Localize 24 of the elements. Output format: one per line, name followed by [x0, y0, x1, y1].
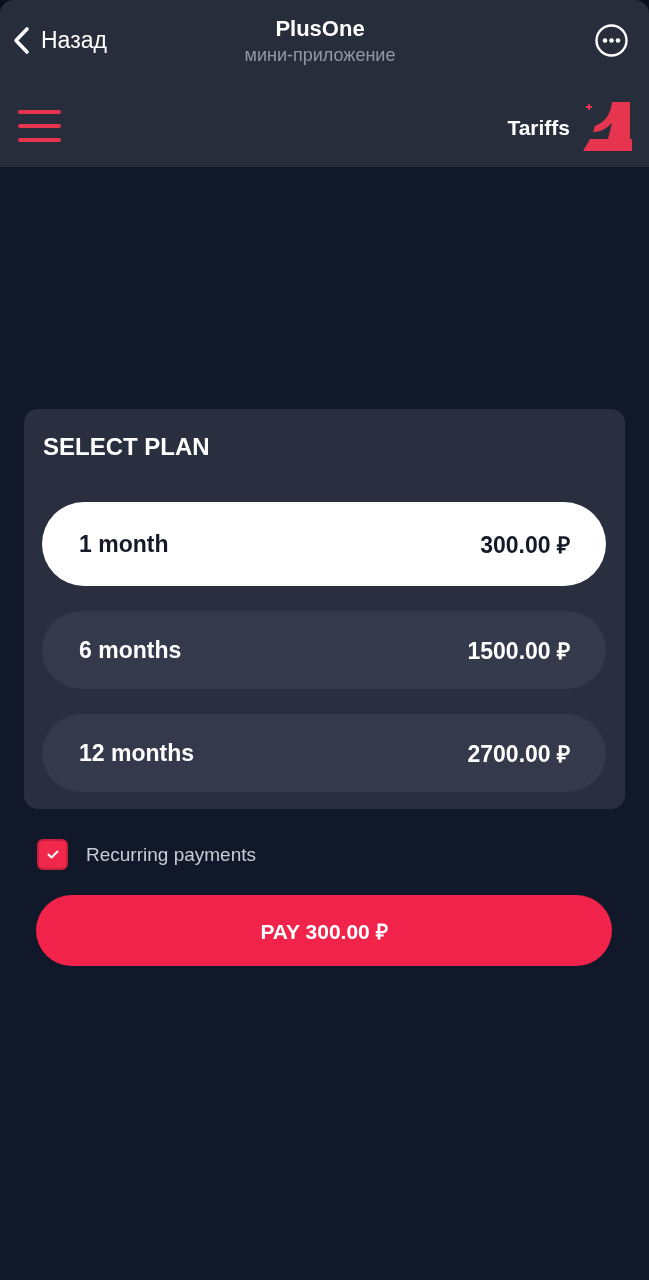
plan-duration: 6 months — [79, 636, 182, 664]
plan-option[interactable]: 1 month 300.00 ₽ — [42, 502, 606, 586]
plan-price: 2700.00 ₽ — [467, 740, 570, 769]
menu-button[interactable] — [18, 109, 61, 142]
back-button[interactable]: Назад — [12, 25, 107, 55]
plan-option[interactable]: 6 months 1500.00 ₽ — [42, 611, 606, 689]
recurring-checkbox[interactable] — [37, 839, 68, 870]
more-icon — [595, 23, 628, 57]
back-chevron-icon — [12, 25, 30, 55]
menu-icon — [18, 109, 61, 142]
more-button[interactable] — [595, 23, 628, 57]
pay-button[interactable]: PAY 300.00 ₽ — [36, 895, 612, 966]
page-title: Tariffs — [507, 114, 570, 140]
plan-duration: 12 months — [79, 739, 195, 767]
plan-duration: 1 month — [79, 530, 169, 558]
app-title: PlusOne — [275, 16, 365, 42]
plan-option[interactable]: 12 months 2700.00 ₽ — [42, 714, 606, 792]
plan-price: 1500.00 ₽ — [467, 637, 570, 666]
plan-price: 300.00 ₽ — [480, 531, 570, 560]
check-icon — [46, 850, 59, 859]
logo-icon — [582, 100, 632, 151]
recurring-label: Recurring payments — [86, 843, 257, 866]
app-subtitle: мини-приложение — [244, 45, 396, 66]
card-title: SELECT PLAN — [42, 433, 211, 461]
